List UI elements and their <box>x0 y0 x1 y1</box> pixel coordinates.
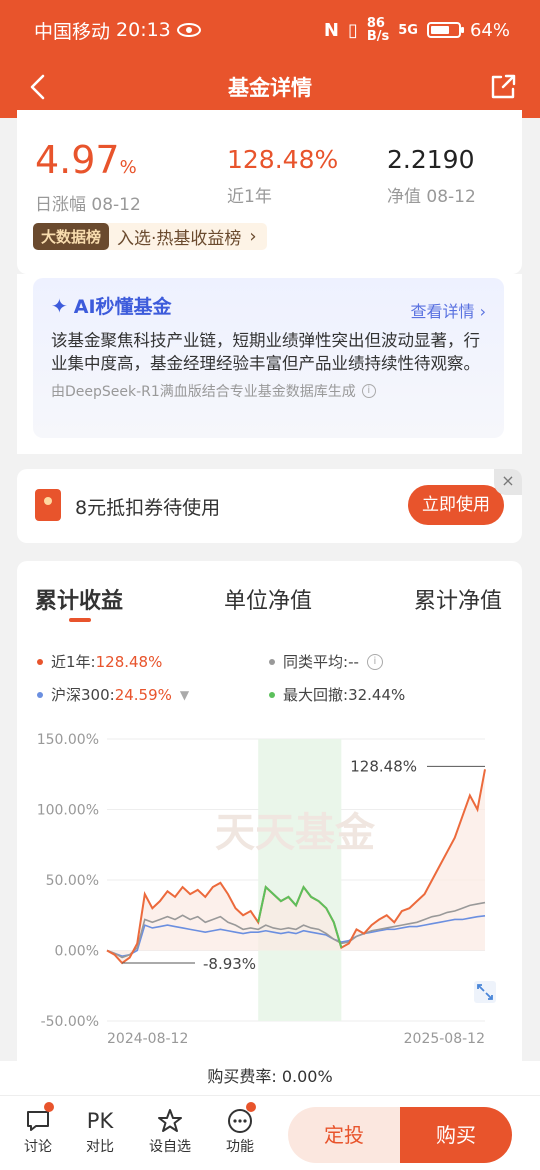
one-year-value: 128.48% <box>227 145 339 174</box>
expand-icon[interactable] <box>474 981 496 1003</box>
sparkle-icon: ✦ <box>51 293 68 318</box>
ai-summary-card: ✦ AI秒懂基金 查看详情 › 该基金聚焦科技产业链，短期业绩弹性突出但波动显著… <box>17 274 522 454</box>
nfc-icon: N <box>323 19 339 41</box>
legend-dot <box>269 658 275 665</box>
daily-change-unit: % <box>119 157 137 178</box>
stats-card: 4.97% 日涨幅 08-12 128.48% 近1年 2.2190 净值 08… <box>17 110 522 274</box>
bottom-toolbar: 讨论 PK 对比 设自选 功能 定投 购买 <box>0 1095 540 1170</box>
status-time: 20:13 <box>116 19 171 41</box>
battery-icon <box>426 22 464 38</box>
vibrate-icon: ▯ <box>347 19 358 41</box>
y-tick-label: 0.00% <box>55 944 99 960</box>
compare-label: 对比 <box>86 1139 114 1155</box>
more-functions-label: 功能 <box>226 1139 254 1155</box>
badge-tag: 大数据榜 <box>33 223 110 250</box>
more-functions-button[interactable]: 功能 <box>215 1106 265 1156</box>
tab-cumulative-nav[interactable]: 累计净值 <box>414 583 502 615</box>
tab-unit-nav[interactable]: 单位净值 <box>224 583 312 615</box>
coupon-text: 8元抵扣券待使用 <box>75 497 221 519</box>
share-icon[interactable] <box>488 72 518 102</box>
star-icon <box>145 1106 195 1136</box>
nav-value: 2.2190 <box>387 145 475 174</box>
one-year-label: 近1年 <box>227 187 272 207</box>
signal-icon: 5G <box>398 22 418 38</box>
legend-fund-label: 近1年: <box>51 653 96 671</box>
drawdown-band <box>258 739 342 1021</box>
nav-label: 净值 08-12 <box>387 187 476 207</box>
ai-more-link[interactable]: 查看详情 › <box>410 298 486 322</box>
min-annotation-label: -8.93% <box>203 955 256 973</box>
daily-change-value: 4.97 <box>35 138 120 182</box>
ai-body: 该基金聚焦科技产业链，短期业绩弹性突出但波动显著，行业集中度高，基金经理经验丰富… <box>51 331 480 373</box>
carrier: 中国移动 <box>34 20 111 43</box>
info-icon[interactable]: i <box>366 653 383 670</box>
legend-index-value: 24.59% <box>114 685 172 704</box>
x-tick-label: 2024-08-12 <box>107 1031 188 1047</box>
legend-drawdown-label: 最大回撤: <box>283 686 349 704</box>
legend-index-label: 沪深300: <box>51 686 115 704</box>
nav-stat: 2.2190 净值 08-12 <box>387 140 476 207</box>
chat-icon <box>13 1106 63 1136</box>
compare-button[interactable]: PK 对比 <box>75 1106 125 1156</box>
legend-peer-label: 同类平均: <box>283 653 349 671</box>
buy-button[interactable]: 购买 <box>400 1107 512 1163</box>
legend-dot <box>37 691 43 698</box>
legend-fund: 近1年: 128.48% <box>37 651 162 672</box>
legend-drawdown: 最大回撤: 32.44% <box>269 684 405 705</box>
ranking-badge[interactable]: 大数据榜 入选·热基收益榜 › <box>33 223 267 250</box>
watermark: 天天基金 <box>215 810 376 856</box>
legend-peer-value: -- <box>348 652 359 671</box>
active-tab-indicator <box>69 618 91 622</box>
badge-text: 入选·热基收益榜 <box>117 229 242 249</box>
pk-icon: PK <box>86 1109 114 1133</box>
discuss-button[interactable]: 讨论 <box>13 1106 63 1156</box>
page-title: 基金详情 <box>228 76 312 100</box>
legend-fund-value: 128.48% <box>95 652 163 671</box>
daily-change-label: 日涨幅 08-12 <box>35 195 141 215</box>
tab-cumulative-return[interactable]: 累计收益 <box>35 583 123 615</box>
one-year-stat: 128.48% 近1年 <box>227 140 338 207</box>
battery-level: 64% <box>469 19 510 41</box>
more-icon <box>215 1106 265 1136</box>
auto-invest-button[interactable]: 定投 <box>288 1107 400 1163</box>
red-envelope-icon <box>35 489 61 521</box>
add-watchlist-button[interactable]: 设自选 <box>145 1106 195 1156</box>
legend-dot <box>37 658 43 665</box>
eye-icon <box>176 23 201 37</box>
y-tick-label: 50.00% <box>46 873 99 889</box>
notification-dot <box>44 1102 54 1112</box>
chevron-right-icon: › <box>479 302 486 321</box>
legend-index[interactable]: 沪深300: 24.59% ▼ <box>37 684 189 705</box>
max-annotation-label: 128.48% <box>350 757 417 775</box>
legend-peer[interactable]: 同类平均: -- i <box>269 651 383 672</box>
ai-title-text: AI秒懂基金 <box>73 296 172 318</box>
ai-more-label: 查看详情 <box>410 302 475 321</box>
y-tick-label: 100.00% <box>37 803 99 819</box>
status-bar: 中国移动 20:13 N ▯ 86 B/s 5G 64% <box>0 0 540 60</box>
y-tick-label: 150.00% <box>37 732 99 748</box>
info-icon[interactable]: i <box>361 384 376 398</box>
return-chart[interactable]: 150.00% 100.00% 50.00% 0.00% -50.00% 天天基金 128.… <box>17 721 522 1061</box>
daily-change-stat: 4.97% 日涨幅 08-12 <box>35 140 141 215</box>
close-icon[interactable]: × <box>494 469 522 495</box>
legend-dot <box>269 691 275 698</box>
ai-source-text: 由DeepSeek-R1满血版结合专业基金数据库生成 <box>51 384 356 400</box>
discuss-label: 讨论 <box>24 1139 52 1155</box>
y-tick-label: -50.00% <box>41 1014 99 1030</box>
caret-down-icon: ▼ <box>179 687 190 702</box>
notification-dot <box>246 1102 256 1112</box>
ai-source: 由DeepSeek-R1满血版结合专业基金数据库生成 i <box>51 381 486 401</box>
chevron-right-icon: › <box>249 226 257 247</box>
ai-summary-box[interactable]: ✦ AI秒懂基金 查看详情 › 该基金聚焦科技产业链，短期业绩弹性突出但波动显著… <box>33 278 504 438</box>
net-speed: 86 B/s <box>366 16 390 44</box>
add-watchlist-label: 设自选 <box>149 1139 191 1155</box>
coupon-card: 8元抵扣券待使用 立即使用 × <box>17 469 522 543</box>
use-coupon-button[interactable]: 立即使用 <box>408 485 504 525</box>
x-tick-label: 2025-08-12 <box>404 1031 485 1047</box>
chart-card: 累计收益 单位净值 累计净值 近1年: 128.48% 同类平均: -- i 沪… <box>17 561 522 1061</box>
legend-drawdown-value: 32.44% <box>348 685 406 704</box>
fee-bar: 购买费率: 0.00% <box>0 1061 540 1095</box>
